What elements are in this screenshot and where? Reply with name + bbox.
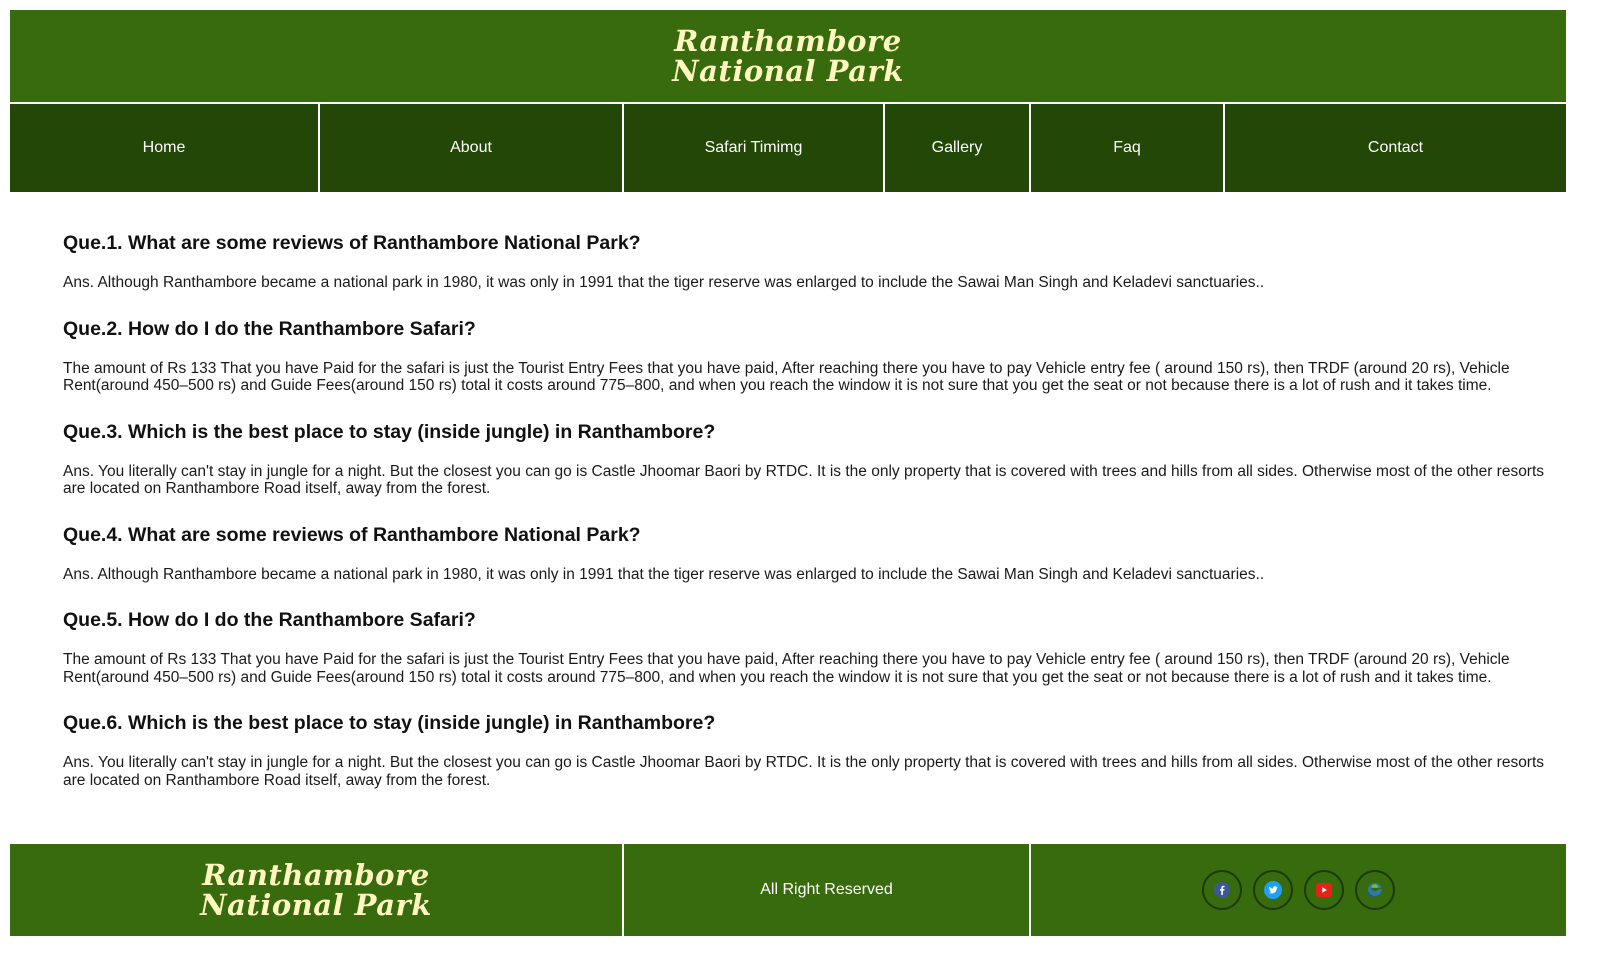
faq-question: Que.4. What are some reviews of Ranthamb… xyxy=(63,523,641,546)
footer-logo[interactable]: Ranthambore National Park xyxy=(200,860,432,920)
faq-item: Que.6. Which is the best place to stay (… xyxy=(63,711,1563,789)
faq-item: Que.2. How do I do the Ranthambore Safar… xyxy=(63,317,1563,395)
youtube-icon xyxy=(1316,883,1332,897)
faq-question: Que.5. How do I do the Ranthambore Safar… xyxy=(63,609,476,631)
faq-answer: The amount of Rs 133 That you have Paid … xyxy=(63,651,1510,686)
logo-line-2: National Park xyxy=(672,54,904,88)
faq-question: Que.2. How do I do the Ranthambore Safar… xyxy=(63,317,476,340)
faq-item: Que.3. Which is the best place to stay (… xyxy=(63,420,1563,498)
twitter-link[interactable] xyxy=(1253,870,1293,910)
faq-section: Que.1. What are some reviews of Ranthamb… xyxy=(10,193,1563,789)
nav-item-about[interactable]: About xyxy=(320,104,624,192)
facebook-link[interactable] xyxy=(1202,870,1242,910)
youtube-link[interactable] xyxy=(1304,870,1344,910)
edge-link[interactable] xyxy=(1355,870,1395,910)
faq-answer: Ans. Although Ranthambore became a natio… xyxy=(63,565,1265,583)
faq-answer: Ans. You literally can't stay in jungle … xyxy=(63,754,1545,789)
page: Ranthambore National Park Home About Saf… xyxy=(10,10,1566,814)
faq-item: Que.5. How do I do the Ranthambore Safar… xyxy=(63,608,1563,686)
faq-answer: The amount of Rs 133 That you have Paid … xyxy=(63,359,1510,395)
edge-icon xyxy=(1367,883,1382,898)
facebook-icon xyxy=(1214,882,1230,898)
site-header: Ranthambore National Park xyxy=(10,10,1566,102)
logo-line-1: Ranthambore xyxy=(674,24,902,58)
nav-item-home[interactable]: Home xyxy=(10,104,320,192)
faq-item: Que.1. What are some reviews of Ranthamb… xyxy=(63,231,1563,292)
footer-logo-line-2: National Park xyxy=(200,888,432,922)
twitter-icon xyxy=(1264,881,1282,899)
footer-logo-line-1: Ranthambore xyxy=(202,858,430,892)
site-logo[interactable]: Ranthambore National Park xyxy=(672,26,904,86)
faq-question: Que.6. Which is the best place to stay (… xyxy=(63,712,716,734)
faq-item: Que.4. What are some reviews of Ranthamb… xyxy=(63,523,1563,584)
copyright-text: All Right Reserved xyxy=(760,881,893,898)
footer-social-cell xyxy=(1031,844,1566,936)
nav-item-gallery[interactable]: Gallery xyxy=(885,104,1031,192)
site-footer: Ranthambore National Park All Right Rese… xyxy=(10,844,1566,936)
faq-answer: Ans. You literally can't stay in jungle … xyxy=(63,462,1545,498)
faq-question: Que.1. What are some reviews of Ranthamb… xyxy=(63,232,641,254)
main-nav: Home About Safari Timimg Gallery Faq Con… xyxy=(10,102,1566,193)
nav-item-faq[interactable]: Faq xyxy=(1031,104,1225,192)
social-links xyxy=(1202,870,1395,910)
footer-logo-cell: Ranthambore National Park xyxy=(10,844,624,936)
nav-item-safari-timing[interactable]: Safari Timimg xyxy=(624,104,885,192)
footer-rights-cell: All Right Reserved xyxy=(624,844,1031,936)
faq-answer: Ans. Although Ranthambore became a natio… xyxy=(63,274,1265,291)
faq-question: Que.3. Which is the best place to stay (… xyxy=(63,420,716,443)
nav-item-contact[interactable]: Contact xyxy=(1225,104,1566,192)
